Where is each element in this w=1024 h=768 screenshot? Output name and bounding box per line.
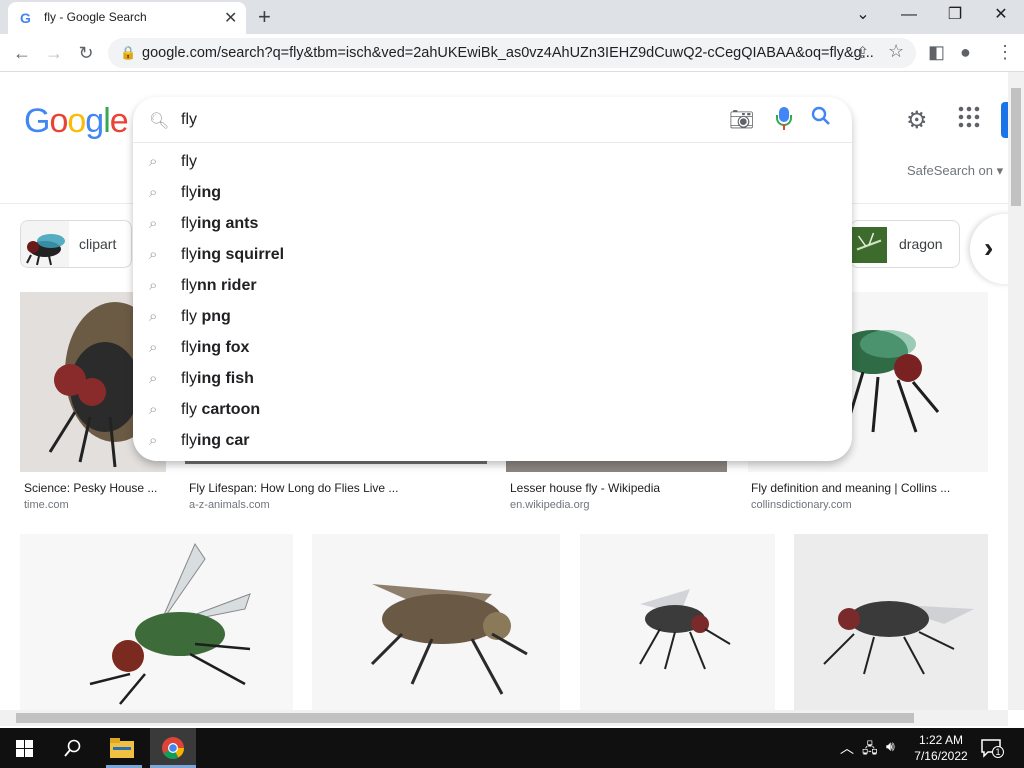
search-icon: ⌕: [149, 277, 158, 294]
back-button[interactable]: ←: [10, 41, 34, 65]
url-text[interactable]: google.com/search?q=fly&tbm=isch&ved=2ah…: [142, 45, 874, 61]
windows-taskbar: ︿ 🖧︎ 🔊︎ 1: [0, 728, 1024, 768]
clock-time: 1:22 AM: [918, 733, 964, 747]
chip-clipart-thumbnail: [21, 221, 69, 267]
network-icon[interactable]: 🖧︎: [862, 738, 878, 762]
search-icon[interactable]: [64, 739, 82, 757]
tab-title: fly - Google Search: [44, 10, 147, 24]
settings-gear-icon[interactable]: ⚙: [906, 106, 928, 135]
suggestion-item[interactable]: ⌕ fly png: [133, 302, 852, 333]
search-icon: ⌕: [149, 432, 158, 449]
forward-button[interactable]: →: [42, 41, 66, 65]
share-icon[interactable]: ⇪: [856, 43, 869, 63]
suggestion-item[interactable]: ⌕ flying: [133, 178, 852, 209]
result-source: en.wikipedia.org: [510, 499, 590, 511]
menu-kebab-icon[interactable]: ⋮: [996, 42, 1014, 63]
suggestion-item[interactable]: ⌕ flying car: [133, 426, 852, 457]
result-caption[interactable]: Lesser house fly - Wikipedia: [510, 481, 660, 495]
result-caption[interactable]: Science: Pesky House ...: [24, 481, 157, 495]
search-submit-icon[interactable]: [811, 106, 831, 132]
suggestion-item[interactable]: ⌕ flying fox: [133, 333, 852, 364]
chip-label: clipart: [79, 236, 117, 252]
result-source: collinsdictionary.com: [751, 499, 852, 511]
result-caption[interactable]: Fly Lifespan: How Long do Flies Live ...: [189, 481, 398, 495]
search-icon: 🔍︎: [149, 113, 170, 130]
clock-date: 7/16/2022: [914, 749, 968, 763]
file-explorer-icon[interactable]: [110, 738, 134, 758]
suggestion-item[interactable]: ⌕ fly: [133, 147, 852, 178]
chevron-right-icon: ›: [984, 232, 994, 263]
address-bar[interactable]: 🔒 google.com/search?q=fly&tbm=isch&ved=2…: [108, 38, 916, 68]
windows-start-icon[interactable]: [16, 740, 33, 757]
horizontal-scroll-thumb[interactable]: [16, 713, 914, 723]
safesearch-toggle[interactable]: SafeSearch on ▾: [907, 163, 1003, 179]
profile-avatar-icon[interactable]: ●: [960, 42, 971, 63]
minimize-button[interactable]: —: [886, 4, 932, 30]
suggestion-item[interactable]: ⌕ fly cartoon: [133, 395, 852, 426]
chip-dragon-thumbnail: [851, 227, 887, 263]
result-image[interactable]: [20, 534, 293, 710]
search-icon: ⌕: [149, 370, 158, 387]
show-hidden-icons-chevron-icon[interactable]: ︿: [840, 738, 854, 758]
restore-button[interactable]: ❐: [932, 4, 978, 30]
notification-count-badge: 1: [992, 746, 1004, 758]
search-icon: ⌕: [149, 215, 158, 232]
side-panel-icon[interactable]: ◧: [928, 42, 945, 63]
chrome-taskbar-button[interactable]: [150, 728, 196, 768]
suggestion-item[interactable]: ⌕ flying ants: [133, 209, 852, 240]
result-image[interactable]: [312, 534, 560, 710]
search-icon: ⌕: [149, 339, 158, 356]
chrome-icon: [162, 737, 184, 759]
search-icon: ⌕: [149, 153, 158, 170]
result-caption[interactable]: Fly definition and meaning | Collins ...: [751, 481, 950, 495]
search-icon: ⌕: [149, 308, 158, 325]
new-tab-button[interactable]: +: [258, 4, 271, 30]
taskbar-clock[interactable]: 1:22 AM 7/16/2022: [908, 732, 974, 764]
vertical-scroll-thumb[interactable]: [1011, 88, 1021, 206]
microphone-icon[interactable]: [775, 107, 793, 133]
chip-clipart[interactable]: clipart: [20, 220, 132, 268]
search-icon: ⌕: [149, 246, 158, 263]
search-icon: ⌕: [149, 401, 158, 418]
result-image[interactable]: [580, 534, 775, 710]
camera-icon[interactable]: 📷︎: [729, 107, 754, 132]
browser-tab[interactable]: G fly - Google Search ✕: [8, 2, 246, 34]
close-window-button[interactable]: ✕: [978, 4, 1024, 30]
lock-icon[interactable]: 🔒: [120, 45, 136, 61]
result-source: a-z-animals.com: [189, 499, 270, 511]
search-input[interactable]: [181, 109, 701, 131]
google-logo[interactable]: Google: [24, 102, 129, 141]
suggestion-item[interactable]: ⌕ flynn rider: [133, 271, 852, 302]
notification-center-button[interactable]: 1: [980, 738, 1004, 758]
bookmark-star-icon[interactable]: ☆: [888, 41, 904, 62]
google-favicon-icon: G: [20, 10, 31, 26]
search-icon: ⌕: [149, 184, 158, 201]
volume-icon[interactable]: 🔊︎: [886, 738, 895, 755]
apps-grid-icon[interactable]: [958, 106, 980, 134]
browser-toolbar: ← → ↻ 🔒 google.com/search?q=fly&tbm=isch…: [0, 34, 1024, 72]
suggestion-item[interactable]: ⌕ flying fish: [133, 364, 852, 395]
search-suggestions-panel: 🔍︎ 📷︎ ⌕fly ⌕flying ⌕flying ants ⌕flying …: [133, 97, 852, 461]
tab-search-chevron-icon[interactable]: ⌄: [840, 4, 886, 30]
result-image[interactable]: [794, 534, 988, 710]
result-source: time.com: [24, 499, 69, 511]
chip-label: dragon: [899, 236, 943, 252]
chip-dragon[interactable]: dragon: [850, 220, 960, 268]
tab-close-icon[interactable]: ✕: [224, 8, 237, 28]
reload-button[interactable]: ↻: [74, 41, 98, 65]
suggestion-divider: [133, 142, 852, 143]
suggestion-item[interactable]: ⌕ flying squirrel: [133, 240, 852, 271]
